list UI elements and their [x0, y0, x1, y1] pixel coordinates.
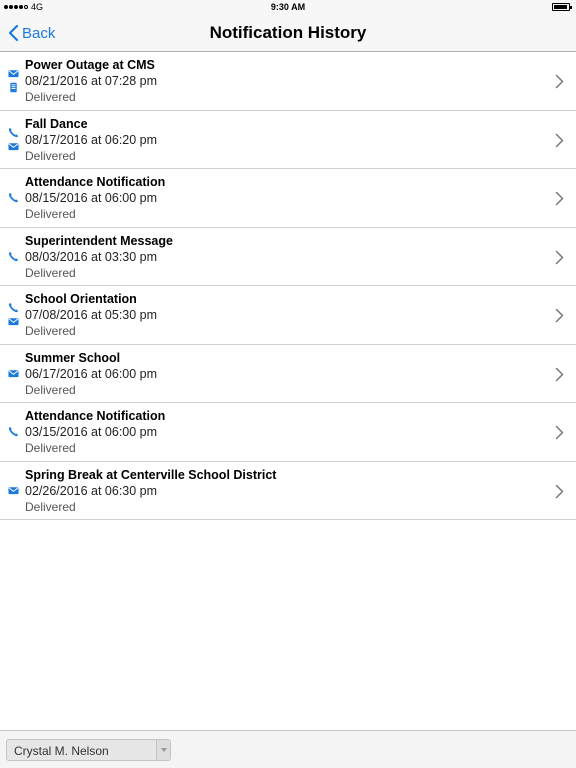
- notification-row[interactable]: Attendance Notification 08/15/2016 at 06:…: [0, 169, 576, 228]
- phone-icon: [8, 302, 19, 313]
- notification-title: Summer School: [25, 350, 121, 365]
- notification-text: Attendance Notification 03/15/2016 at 06:…: [25, 409, 165, 456]
- channel-icons: [6, 111, 20, 169]
- notification-row[interactable]: Fall Dance 08/17/2016 at 06:20 pm Delivere…: [0, 111, 576, 169]
- notification-status: Delivered: [25, 324, 76, 338]
- notification-datetime: 08/17/2016 at 06:20 pm: [25, 132, 158, 147]
- navigation-bar: Back Notification History: [0, 14, 576, 52]
- notification-title: School Orientation: [25, 292, 137, 306]
- notification-datetime: 08/03/2016 at 03:30 pm: [25, 249, 158, 264]
- notification-text: Attendance Notification 08/15/2016 at 06:…: [25, 175, 165, 222]
- page-title: Notification History: [209, 23, 367, 42]
- battery-icon: [552, 3, 572, 11]
- notification-text: Summer School 06/17/2016 at 06:00 pm Deliv…: [25, 351, 157, 398]
- notification-datetime: 08/15/2016 at 06:00 pm: [25, 191, 158, 205]
- phone-icon: [8, 251, 19, 262]
- notification-title: Power Outage at CMS: [25, 58, 155, 72]
- email-icon: [7, 68, 19, 79]
- sms-icon: [8, 82, 19, 93]
- email-icon: [7, 368, 19, 379]
- status-time: 9:30 AM: [270, 2, 306, 12]
- user-select-dropdown[interactable]: Crystal M. Nelson: [6, 739, 171, 761]
- channel-icons: [6, 52, 20, 110]
- notification-datetime: 02/26/2016 at 06:30 pm: [25, 483, 158, 498]
- notification-row[interactable]: Power Outage at CMS 08/21/2016 at 07:28 p…: [0, 52, 576, 111]
- notification-datetime: 08/21/2016 at 07:28 pm: [25, 74, 158, 88]
- email-icon: [7, 316, 19, 327]
- notification-row[interactable]: School Orientation 07/08/2016 at 05:30 pm…: [0, 286, 576, 345]
- notification-text: Spring Break at Centerville School Distr…: [25, 468, 276, 515]
- notification-status: Delivered: [25, 90, 76, 104]
- channel-icons: [6, 169, 20, 227]
- notification-title: Spring Break at Centerville School Distr…: [25, 467, 277, 482]
- channel-icons: [6, 345, 20, 403]
- notification-text: School Orientation 07/08/2016 at 05:30 pm…: [25, 292, 157, 339]
- notification-status: Delivered: [25, 441, 76, 455]
- channel-icons: [6, 403, 20, 461]
- notification-status: Delivered: [25, 382, 76, 397]
- notification-list: Power Outage at CMS 08/21/2016 at 07:28 p…: [0, 52, 576, 520]
- channel-icons: [6, 228, 20, 286]
- notification-row[interactable]: Attendance Notification 03/15/2016 at 06:…: [0, 403, 576, 462]
- notification-title: Attendance Notification: [25, 175, 166, 189]
- phone-icon: [8, 192, 19, 203]
- notification-text: Power Outage at CMS 08/21/2016 at 07:28 p…: [25, 58, 157, 105]
- notification-row[interactable]: Summer School 06/17/2016 at 06:00 pm Deliv…: [0, 345, 576, 403]
- notification-status: Delivered: [25, 499, 76, 514]
- channel-icons: [6, 462, 20, 520]
- notification-title: Attendance Notification: [25, 409, 166, 423]
- notification-datetime: 03/15/2016 at 06:00 pm: [25, 425, 158, 439]
- notification-datetime: 06/17/2016 at 06:00 pm: [25, 366, 158, 381]
- notification-title: Fall Dance: [25, 116, 88, 131]
- email-icon: [7, 485, 19, 496]
- notification-row[interactable]: Spring Break at Centerville School Distr…: [0, 462, 576, 520]
- notification-datetime: 07/08/2016 at 05:30 pm: [25, 308, 158, 322]
- notification-row[interactable]: Superintendent Message 08/03/2016 at 03:3…: [0, 228, 576, 286]
- notification-title: Superintendent Message: [25, 233, 173, 248]
- phone-icon: [8, 426, 19, 437]
- notification-text: Fall Dance 08/17/2016 at 06:20 pm Delivere…: [25, 117, 157, 164]
- channel-icons: [6, 286, 20, 344]
- notification-status: Delivered: [25, 265, 76, 280]
- status-bar: 4G 9:30 AM: [0, 0, 576, 14]
- notification-status: Delivered: [25, 148, 76, 163]
- selected-user-name: Crystal M. Nelson: [14, 744, 109, 758]
- notification-text: Superintendent Message 08/03/2016 at 03:3…: [25, 234, 173, 281]
- phone-icon: [8, 127, 19, 138]
- email-icon: [7, 141, 19, 152]
- bottom-toolbar: Crystal M. Nelson: [0, 730, 576, 768]
- dropdown-arrow-icon: [156, 740, 170, 760]
- notification-status: Delivered: [25, 207, 76, 221]
